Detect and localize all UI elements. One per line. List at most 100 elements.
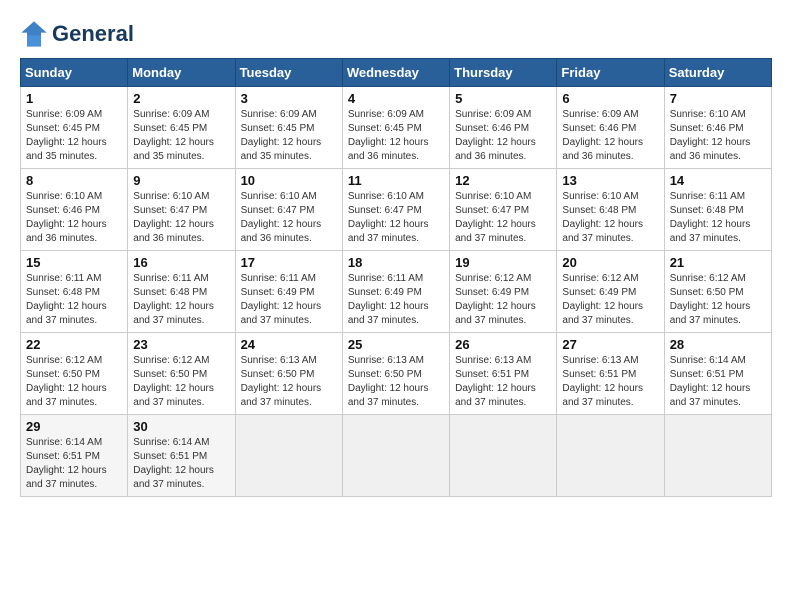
day-cell: 9 Sunrise: 6:10 AM Sunset: 6:47 PM Daylig… xyxy=(128,169,235,251)
day-number: 3 xyxy=(241,91,337,106)
day-info: Sunrise: 6:09 AM Sunset: 6:45 PM Dayligh… xyxy=(133,108,229,164)
day-number: 16 xyxy=(133,255,229,270)
day-cell: 18 Sunrise: 6:11 AM Sunset: 6:49 PM Dayli… xyxy=(342,251,449,333)
day-cell: 15 Sunrise: 6:11 AM Sunset: 6:48 PM Dayli… xyxy=(21,251,128,333)
day-number: 20 xyxy=(562,255,658,270)
logo: General xyxy=(20,20,134,48)
weekday-header-row: SundayMondayTuesdayWednesdayThursdayFrid… xyxy=(21,59,772,87)
day-info: Sunrise: 6:14 AM Sunset: 6:51 PM Dayligh… xyxy=(133,436,229,492)
day-cell: 13Sunrise: 6:10 AM Sunset: 6:48 PM Dayli… xyxy=(557,169,664,251)
day-info: Sunrise: 6:12 AM Sunset: 6:50 PM Dayligh… xyxy=(133,354,229,410)
day-cell xyxy=(342,415,449,497)
day-cell: 19 Sunrise: 6:12 AM Sunset: 6:49 PM Dayli… xyxy=(450,251,557,333)
day-info: Sunrise: 6:10 AM Sunset: 6:47 PM Dayligh… xyxy=(348,190,444,246)
day-info: Sunrise: 6:10 AM Sunset: 6:48 PM Dayligh… xyxy=(562,190,658,246)
day-info: Sunrise: 6:10 AM Sunset: 6:47 PM Dayligh… xyxy=(241,190,337,246)
day-info: Sunrise: 6:11 AM Sunset: 6:49 PM Dayligh… xyxy=(348,272,444,328)
day-cell: 3 Sunrise: 6:09 AM Sunset: 6:45 PM Daylig… xyxy=(235,87,342,169)
day-cell: 29Sunrise: 6:14 AM Sunset: 6:51 PM Dayli… xyxy=(21,415,128,497)
logo-icon xyxy=(20,20,48,48)
day-cell: 14 Sunrise: 6:11 AM Sunset: 6:48 PM Dayli… xyxy=(664,169,771,251)
page-header: General xyxy=(20,20,772,48)
day-cell: 2 Sunrise: 6:09 AM Sunset: 6:45 PM Daylig… xyxy=(128,87,235,169)
day-cell: 22 Sunrise: 6:12 AM Sunset: 6:50 PM Dayli… xyxy=(21,333,128,415)
day-number: 24 xyxy=(241,337,337,352)
week-row-2: 8Sunrise: 6:10 AM Sunset: 6:46 PM Daylig… xyxy=(21,169,772,251)
day-info: Sunrise: 6:13 AM Sunset: 6:50 PM Dayligh… xyxy=(241,354,337,410)
day-info: Sunrise: 6:09 AM Sunset: 6:46 PM Dayligh… xyxy=(562,108,658,164)
day-number: 17 xyxy=(241,255,337,270)
day-cell: 28Sunrise: 6:14 AM Sunset: 6:51 PM Dayli… xyxy=(664,333,771,415)
day-cell: 26 Sunrise: 6:13 AM Sunset: 6:51 PM Dayli… xyxy=(450,333,557,415)
day-info: Sunrise: 6:12 AM Sunset: 6:50 PM Dayligh… xyxy=(670,272,766,328)
day-cell: 7 Sunrise: 6:10 AM Sunset: 6:46 PM Daylig… xyxy=(664,87,771,169)
day-number: 21 xyxy=(670,255,766,270)
day-info: Sunrise: 6:09 AM Sunset: 6:45 PM Dayligh… xyxy=(241,108,337,164)
day-number: 26 xyxy=(455,337,551,352)
day-number: 4 xyxy=(348,91,444,106)
day-number: 10 xyxy=(241,173,337,188)
day-number: 9 xyxy=(133,173,229,188)
day-info: Sunrise: 6:11 AM Sunset: 6:48 PM Dayligh… xyxy=(670,190,766,246)
day-number: 27 xyxy=(562,337,658,352)
day-cell: 17 Sunrise: 6:11 AM Sunset: 6:49 PM Dayli… xyxy=(235,251,342,333)
day-cell: 12 Sunrise: 6:10 AM Sunset: 6:47 PM Dayli… xyxy=(450,169,557,251)
day-info: Sunrise: 6:13 AM Sunset: 6:51 PM Dayligh… xyxy=(562,354,658,410)
day-cell: 11 Sunrise: 6:10 AM Sunset: 6:47 PM Dayli… xyxy=(342,169,449,251)
day-number: 15 xyxy=(26,255,122,270)
day-info: Sunrise: 6:10 AM Sunset: 6:46 PM Dayligh… xyxy=(670,108,766,164)
day-info: Sunrise: 6:13 AM Sunset: 6:51 PM Dayligh… xyxy=(455,354,551,410)
week-row-5: 29Sunrise: 6:14 AM Sunset: 6:51 PM Dayli… xyxy=(21,415,772,497)
day-number: 1 xyxy=(26,91,122,106)
day-number: 14 xyxy=(670,173,766,188)
logo-text: General xyxy=(52,22,134,46)
day-cell: 1 Sunrise: 6:09 AM Sunset: 6:45 PM Daylig… xyxy=(21,87,128,169)
day-info: Sunrise: 6:12 AM Sunset: 6:49 PM Dayligh… xyxy=(562,272,658,328)
week-row-4: 22 Sunrise: 6:12 AM Sunset: 6:50 PM Dayli… xyxy=(21,333,772,415)
day-info: Sunrise: 6:12 AM Sunset: 6:50 PM Dayligh… xyxy=(26,354,122,410)
day-number: 19 xyxy=(455,255,551,270)
day-info: Sunrise: 6:09 AM Sunset: 6:46 PM Dayligh… xyxy=(455,108,551,164)
day-info: Sunrise: 6:09 AM Sunset: 6:45 PM Dayligh… xyxy=(348,108,444,164)
day-number: 7 xyxy=(670,91,766,106)
day-cell: 10 Sunrise: 6:10 AM Sunset: 6:47 PM Dayli… xyxy=(235,169,342,251)
day-cell: 16Sunrise: 6:11 AM Sunset: 6:48 PM Dayli… xyxy=(128,251,235,333)
day-number: 11 xyxy=(348,173,444,188)
day-number: 12 xyxy=(455,173,551,188)
day-cell: 27 Sunrise: 6:13 AM Sunset: 6:51 PM Dayli… xyxy=(557,333,664,415)
weekday-header-thursday: Thursday xyxy=(450,59,557,87)
weekday-header-saturday: Saturday xyxy=(664,59,771,87)
day-info: Sunrise: 6:11 AM Sunset: 6:48 PM Dayligh… xyxy=(26,272,122,328)
day-number: 30 xyxy=(133,419,229,434)
day-number: 22 xyxy=(26,337,122,352)
weekday-header-tuesday: Tuesday xyxy=(235,59,342,87)
day-cell: 6Sunrise: 6:09 AM Sunset: 6:46 PM Daylig… xyxy=(557,87,664,169)
weekday-header-friday: Friday xyxy=(557,59,664,87)
day-info: Sunrise: 6:09 AM Sunset: 6:45 PM Dayligh… xyxy=(26,108,122,164)
day-info: Sunrise: 6:14 AM Sunset: 6:51 PM Dayligh… xyxy=(670,354,766,410)
calendar-table: SundayMondayTuesdayWednesdayThursdayFrid… xyxy=(20,58,772,497)
week-row-3: 15 Sunrise: 6:11 AM Sunset: 6:48 PM Dayli… xyxy=(21,251,772,333)
day-cell: 20 Sunrise: 6:12 AM Sunset: 6:49 PM Dayli… xyxy=(557,251,664,333)
day-cell xyxy=(664,415,771,497)
weekday-header-monday: Monday xyxy=(128,59,235,87)
day-cell: 21 Sunrise: 6:12 AM Sunset: 6:50 PM Dayli… xyxy=(664,251,771,333)
day-cell: 25Sunrise: 6:13 AM Sunset: 6:50 PM Dayli… xyxy=(342,333,449,415)
day-info: Sunrise: 6:11 AM Sunset: 6:49 PM Dayligh… xyxy=(241,272,337,328)
day-info: Sunrise: 6:13 AM Sunset: 6:50 PM Dayligh… xyxy=(348,354,444,410)
day-info: Sunrise: 6:10 AM Sunset: 6:47 PM Dayligh… xyxy=(455,190,551,246)
day-number: 23 xyxy=(133,337,229,352)
day-info: Sunrise: 6:14 AM Sunset: 6:51 PM Dayligh… xyxy=(26,436,122,492)
day-cell: 8Sunrise: 6:10 AM Sunset: 6:46 PM Daylig… xyxy=(21,169,128,251)
day-cell xyxy=(450,415,557,497)
day-number: 18 xyxy=(348,255,444,270)
day-cell: 30 Sunrise: 6:14 AM Sunset: 6:51 PM Dayli… xyxy=(128,415,235,497)
day-cell: 5Sunrise: 6:09 AM Sunset: 6:46 PM Daylig… xyxy=(450,87,557,169)
day-info: Sunrise: 6:10 AM Sunset: 6:46 PM Dayligh… xyxy=(26,190,122,246)
weekday-header-wednesday: Wednesday xyxy=(342,59,449,87)
day-number: 2 xyxy=(133,91,229,106)
day-info: Sunrise: 6:10 AM Sunset: 6:47 PM Dayligh… xyxy=(133,190,229,246)
day-info: Sunrise: 6:12 AM Sunset: 6:49 PM Dayligh… xyxy=(455,272,551,328)
day-cell xyxy=(235,415,342,497)
day-cell: 4 Sunrise: 6:09 AM Sunset: 6:45 PM Daylig… xyxy=(342,87,449,169)
